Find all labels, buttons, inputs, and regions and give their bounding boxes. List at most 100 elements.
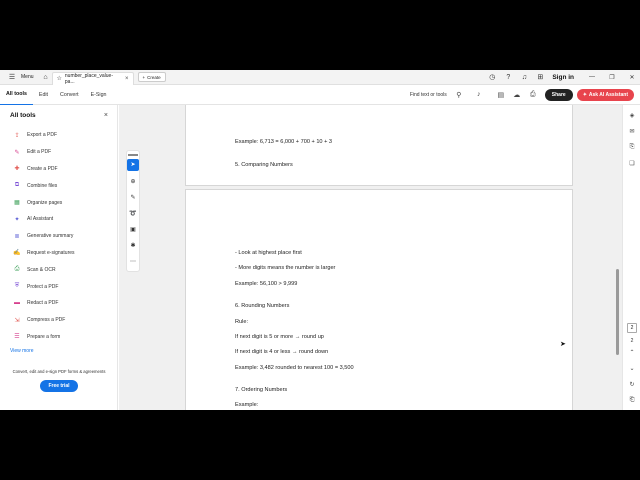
history-icon[interactable]: ◷ bbox=[486, 71, 498, 83]
tab-convert[interactable]: Convert bbox=[54, 85, 85, 105]
apps-grid-icon[interactable]: ⊞ bbox=[534, 71, 546, 83]
redact-pdf-icon: ▬ bbox=[14, 300, 20, 307]
zoom-icon[interactable]: ⊕ bbox=[127, 174, 139, 190]
protect-pdf-icon: ⛨ bbox=[14, 283, 20, 290]
sidebar-item-ai-assistant[interactable]: ✦ AI Assistant bbox=[0, 211, 117, 228]
document-tab-title: number_place_value-pa... bbox=[64, 72, 113, 85]
prepare-form-icon: ☰ bbox=[14, 334, 20, 341]
vertical-scrollbar[interactable] bbox=[614, 105, 620, 410]
all-tools-panel: All tools × ⇪ Export a PDF ✎ Edit a PDF ✚ Cre… bbox=[0, 105, 118, 410]
sidebar-item-label: Organize pages bbox=[27, 199, 63, 206]
sidebar-item-label: Redact a PDF bbox=[27, 300, 59, 307]
save-copy-icon[interactable]: ⎗ bbox=[623, 392, 640, 408]
sidebar-item-label: Create a PDF bbox=[27, 165, 58, 172]
pdf-page-2: - Look at highest place first - More dig… bbox=[185, 189, 573, 410]
comment-icon[interactable]: ▤ bbox=[495, 89, 507, 101]
generative-summary-icon: ≣ bbox=[14, 233, 20, 240]
menu-label: Menu bbox=[21, 74, 34, 80]
view-more-link[interactable]: View more bbox=[0, 345, 117, 357]
print-icon[interactable]: ⎙ bbox=[527, 89, 539, 101]
sidebar-item-label: Edit a PDF bbox=[27, 149, 52, 156]
sidebar-item-label: Request e-signatures bbox=[27, 249, 75, 256]
page2-text-line: Example: 3,482 rounded to nearest 100 = … bbox=[235, 365, 354, 371]
sidebar-item-request-esignatures[interactable]: ✍ Request e-signatures bbox=[0, 245, 117, 262]
more-tools-icon[interactable]: ⋯ bbox=[127, 254, 139, 270]
create-label: Create bbox=[147, 74, 161, 80]
pen-annotate-icon[interactable]: ✎ bbox=[127, 190, 139, 206]
comments-panel-icon[interactable]: ✉ bbox=[623, 123, 640, 139]
organize-pages-icon: ▦ bbox=[14, 200, 20, 207]
share-button[interactable]: Share bbox=[544, 88, 573, 101]
tab-edit[interactable]: Edit bbox=[33, 85, 54, 105]
palette-drag-handle[interactable] bbox=[128, 154, 138, 156]
document-tab[interactable]: ☆ number_place_value-pa... × bbox=[51, 71, 134, 85]
pdf-page-1: Example: 6,713 = 6,000 + 700 + 10 + 3 5.… bbox=[185, 105, 573, 186]
close-panel-icon[interactable]: × bbox=[104, 112, 108, 119]
read-aloud-icon[interactable]: ♪ bbox=[473, 89, 485, 101]
star-icon[interactable]: ☆ bbox=[57, 75, 62, 82]
close-tab-icon[interactable]: × bbox=[125, 76, 129, 82]
sidebar-item-export-pdf[interactable]: ⇪ Export a PDF bbox=[0, 127, 117, 144]
find-text-or-tools[interactable]: Find text or tools ⚲ ♪ bbox=[410, 89, 487, 101]
window-close-icon[interactable]: ✕ bbox=[624, 74, 640, 81]
free-trial-button[interactable]: Free trial bbox=[40, 380, 78, 392]
stamp-icon[interactable]: ✱ bbox=[127, 238, 139, 254]
sidebar-item-generative-summary[interactable]: ≣ Generative summary bbox=[0, 228, 117, 245]
scrollbar-thumb[interactable] bbox=[615, 269, 619, 355]
sidebar-item-organize-pages[interactable]: ▦ Organize pages bbox=[0, 194, 117, 211]
sidebar-item-edit-pdf[interactable]: ✎ Edit a PDF bbox=[0, 144, 117, 161]
ask-ai-label: Ask AI Assistant bbox=[588, 91, 628, 98]
help-icon[interactable]: ? bbox=[502, 71, 514, 83]
page2-text-line: Example: 56,100 > 9,999 bbox=[235, 281, 298, 287]
combine-files-icon: ⧉ bbox=[14, 182, 20, 189]
page2-text-line: 6. Rounding Numbers bbox=[235, 303, 290, 309]
ai-assistant-icon: ✦ bbox=[14, 216, 20, 223]
tab-esign[interactable]: E-Sign bbox=[85, 85, 113, 105]
page2-text-line: - Look at highest place first bbox=[235, 250, 302, 256]
tab-all-tools[interactable]: All tools bbox=[0, 85, 33, 105]
main-toolbar: All tools Edit Convert E-Sign Find text … bbox=[0, 85, 640, 105]
sidebar-item-combine-files[interactable]: ⧉ Combine files bbox=[0, 177, 117, 194]
hamburger-icon: ☰ bbox=[8, 74, 16, 81]
compress-pdf-icon: ⇲ bbox=[14, 317, 20, 324]
search-icon[interactable]: ⚲ bbox=[453, 89, 465, 101]
home-icon[interactable]: ⌂ bbox=[40, 71, 52, 83]
sidebar-item-label: Export a PDF bbox=[27, 132, 58, 139]
acrobat-window: ☰ Menu ⌂ ☆ number_place_value-pa... × + … bbox=[0, 70, 640, 410]
page2-text-line: Rule: bbox=[235, 319, 249, 325]
maximize-icon[interactable]: ❐ bbox=[604, 74, 620, 81]
select-cursor-icon[interactable]: ➤ bbox=[127, 158, 139, 171]
rotate-icon[interactable]: ↻ bbox=[623, 376, 640, 392]
sidebar-item-prepare-form[interactable]: ☰ Prepare a form bbox=[0, 329, 117, 346]
tools-list: ⇪ Export a PDF ✎ Edit a PDF ✚ Create a PDF ⧉ Co… bbox=[0, 127, 117, 345]
sidebar-item-redact-pdf[interactable]: ▬ Redact a PDF bbox=[0, 295, 117, 312]
find-label: Find text or tools bbox=[409, 91, 447, 98]
sidebar-item-create-pdf[interactable]: ✚ Create a PDF bbox=[0, 161, 117, 178]
notifications-icon[interactable]: ♫ bbox=[518, 71, 530, 83]
sign-in-button[interactable]: Sign in bbox=[552, 74, 574, 81]
draw-lasso-icon[interactable]: ➰ bbox=[127, 206, 139, 222]
document-canvas[interactable]: ➤ ⊕ ✎ ➰ ▣ ✱ ⋯ Example: 6,713 = 6,000 + 7… bbox=[119, 105, 622, 410]
bookmarks-icon[interactable]: ⎘ bbox=[623, 139, 640, 155]
chevron-down-icon[interactable]: ⌄ bbox=[623, 360, 640, 376]
ai-sparkle-icon: ✦ bbox=[582, 91, 587, 98]
all-tools-title: All tools bbox=[10, 112, 36, 119]
current-page-indicator[interactable]: 2 bbox=[627, 323, 637, 333]
create-button[interactable]: + Create bbox=[137, 72, 166, 82]
chevron-up-icon[interactable]: ⌃ bbox=[623, 344, 640, 360]
export-pdf-icon: ⇪ bbox=[14, 132, 20, 139]
sidebar-item-compress-pdf[interactable]: ⇲ Compress a PDF bbox=[0, 312, 117, 329]
sidebar-item-scan-ocr[interactable]: ⎙ Scan & OCR bbox=[0, 261, 117, 278]
sidebar-item-label: Prepare a form bbox=[27, 333, 61, 340]
sidebar-item-protect-pdf[interactable]: ⛨ Protect a PDF bbox=[0, 278, 117, 295]
upload-cloud-icon[interactable]: ☁ bbox=[511, 89, 523, 101]
ai-chat-icon[interactable]: ◈ bbox=[623, 107, 640, 123]
text-box-icon[interactable]: ▣ bbox=[127, 222, 139, 238]
page2-text-line: 7. Ordering Numbers bbox=[235, 387, 288, 393]
zoom-in-icon[interactable]: ⊕ bbox=[623, 408, 640, 410]
plus-icon: + bbox=[142, 74, 146, 80]
ask-ai-assistant-button[interactable]: ✦ Ask AI Assistant bbox=[576, 88, 634, 101]
minimize-icon[interactable]: — bbox=[584, 74, 600, 80]
menu-button[interactable]: ☰ Menu bbox=[0, 70, 40, 85]
pages-thumbnails-icon[interactable]: ❏ bbox=[623, 155, 640, 171]
